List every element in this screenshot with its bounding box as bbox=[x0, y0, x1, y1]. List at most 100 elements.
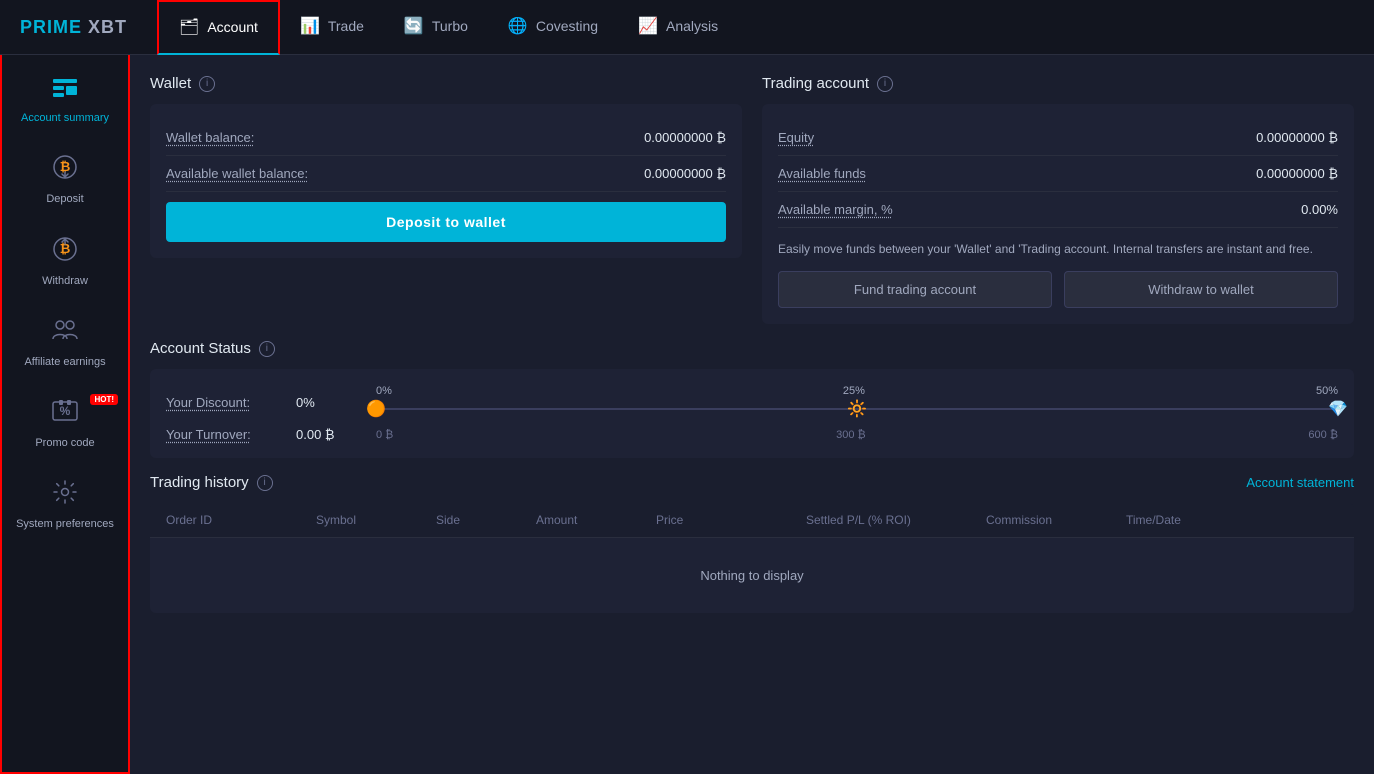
available-funds-row: Available funds 0.00000000 ₿ bbox=[778, 156, 1338, 192]
turnover-tiers: 0 ₿ 300 ₿ 600 ₿ bbox=[376, 429, 1338, 441]
hot-badge: HOT! bbox=[90, 394, 118, 405]
nav-analysis-label: Analysis bbox=[666, 18, 718, 34]
trading-account-title: Trading account i bbox=[762, 75, 1354, 92]
deposit-button[interactable]: Deposit to wallet bbox=[166, 202, 726, 242]
margin-value: 0.00% bbox=[1301, 202, 1338, 217]
nav-trade-label: Trade bbox=[328, 18, 364, 34]
account-summary-icon bbox=[51, 77, 79, 105]
wallet-balance-label[interactable]: Wallet balance: bbox=[166, 130, 254, 145]
equity-label[interactable]: Equity bbox=[778, 130, 814, 145]
nav-account[interactable]: 🗂 Account bbox=[157, 0, 280, 55]
tier-icon-2: 💎 bbox=[1328, 399, 1348, 419]
available-funds-label[interactable]: Available funds bbox=[778, 166, 866, 181]
turnover-row: Your Turnover: 0.00 ₿ 0 ₿ 300 ₿ 600 ₿ bbox=[166, 427, 1338, 442]
account-statement-link[interactable]: Account statement bbox=[1246, 475, 1354, 490]
col-commission: Commission bbox=[986, 513, 1126, 527]
table-empty-message: Nothing to display bbox=[150, 538, 1354, 613]
trading-history-title: Trading history i bbox=[150, 474, 273, 491]
main-layout: Account summary ₿ Deposit ₿ bbox=[0, 55, 1374, 774]
turnover-amounts: 0 ₿ 300 ₿ 600 ₿ bbox=[376, 429, 1338, 441]
discount-pcts: 0% 25% 50% bbox=[376, 385, 1338, 397]
nav-covesting-label: Covesting bbox=[536, 18, 598, 34]
wallet-available-label[interactable]: Available wallet balance: bbox=[166, 166, 308, 181]
account-status-section: Account Status i Your Discount: 0% 0% 25… bbox=[150, 340, 1354, 458]
col-amount: Amount bbox=[536, 513, 656, 527]
account-icon: 🗂 bbox=[179, 17, 199, 37]
account-status-title: Account Status i bbox=[150, 340, 1354, 357]
sidebar-account-summary-label: Account summary bbox=[21, 111, 109, 125]
discount-row: Your Discount: 0% 0% 25% 50% 🟠 bbox=[166, 385, 1338, 419]
sidebar-deposit-label: Deposit bbox=[46, 192, 83, 206]
col-pnl: Settled P/L (% ROI) bbox=[806, 513, 986, 527]
logo: PRIME XBT bbox=[20, 17, 127, 38]
nav-analysis[interactable]: 📈 Analysis bbox=[618, 0, 738, 55]
main-content: Wallet i Wallet balance: 0.00000000 ₿ Av… bbox=[130, 55, 1374, 774]
turbo-icon: 🔄 bbox=[404, 16, 424, 36]
wallet-card: Wallet balance: 0.00000000 ₿ Available w… bbox=[150, 104, 742, 258]
discount-value: 0% bbox=[296, 395, 376, 410]
trade-icon: 📊 bbox=[300, 16, 320, 36]
covesting-icon: 🌐 bbox=[508, 16, 528, 36]
sidebar-item-promo[interactable]: HOT! % Promo code bbox=[2, 386, 128, 462]
sidebar-preferences-label: System preferences bbox=[16, 517, 114, 531]
wallet-section: Wallet i Wallet balance: 0.00000000 ₿ Av… bbox=[150, 75, 742, 324]
trading-account-info-icon[interactable]: i bbox=[877, 76, 893, 92]
col-symbol: Symbol bbox=[316, 513, 436, 527]
sidebar-affiliate-label: Affiliate earnings bbox=[24, 355, 105, 369]
col-price: Price bbox=[656, 513, 806, 527]
trading-history-info-icon[interactable]: i bbox=[257, 475, 273, 491]
equity-row: Equity 0.00000000 ₿ bbox=[778, 120, 1338, 156]
trading-history-section: Trading history i Account statement Orde… bbox=[150, 474, 1354, 613]
trading-history-header: Trading history i Account statement bbox=[150, 474, 1354, 491]
trading-account-title-text: Trading account bbox=[762, 75, 869, 92]
trading-account-card: Equity 0.00000000 ₿ Available funds 0.00… bbox=[762, 104, 1354, 324]
wallet-balance-row: Wallet balance: 0.00000000 ₿ bbox=[166, 120, 726, 156]
logo-xbt: XBT bbox=[82, 17, 127, 37]
trading-history-title-text: Trading history bbox=[150, 474, 249, 491]
nav-turbo-label: Turbo bbox=[432, 18, 468, 34]
sidebar-promo-label: Promo code bbox=[35, 436, 94, 450]
logo-prime: PRIME bbox=[20, 17, 82, 37]
wallet-available-row: Available wallet balance: 0.00000000 ₿ bbox=[166, 156, 726, 192]
nav-turbo[interactable]: 🔄 Turbo bbox=[384, 0, 488, 55]
col-order-id: Order ID bbox=[166, 513, 316, 527]
fund-trading-button[interactable]: Fund trading account bbox=[778, 271, 1052, 308]
sidebar-item-withdraw[interactable]: ₿ Withdraw bbox=[2, 224, 128, 300]
preferences-icon bbox=[52, 479, 78, 511]
withdraw-icon: ₿ bbox=[52, 236, 78, 268]
withdraw-to-wallet-button[interactable]: Withdraw to wallet bbox=[1064, 271, 1338, 308]
wallet-title: Wallet i bbox=[150, 75, 742, 92]
wallet-balance-value: 0.00000000 ₿ bbox=[644, 130, 726, 145]
trading-info-text: Easily move funds between your 'Wallet' … bbox=[778, 240, 1338, 259]
nav-covesting[interactable]: 🌐 Covesting bbox=[488, 0, 618, 55]
trading-account-section: Trading account i Equity 0.00000000 ₿ Av… bbox=[762, 75, 1354, 324]
top-navigation: PRIME XBT 🗂 Account 📊 Trade 🔄 Turbo 🌐 Co… bbox=[0, 0, 1374, 55]
affiliate-icon bbox=[51, 317, 79, 349]
nav-trade[interactable]: 📊 Trade bbox=[280, 0, 384, 55]
deposit-icon: ₿ bbox=[52, 154, 78, 186]
turnover-value: 0.00 ₿ bbox=[296, 427, 376, 442]
available-funds-value: 0.00000000 ₿ bbox=[1256, 166, 1338, 181]
wallet-info-icon[interactable]: i bbox=[199, 76, 215, 92]
analysis-icon: 📈 bbox=[638, 16, 658, 36]
sidebar-item-account-summary[interactable]: Account summary bbox=[2, 65, 128, 137]
svg-text:%: % bbox=[60, 404, 71, 418]
tier-icon-0: 🟠 bbox=[366, 399, 386, 419]
account-status-card: Your Discount: 0% 0% 25% 50% 🟠 bbox=[150, 369, 1354, 458]
sidebar-item-deposit[interactable]: ₿ Deposit bbox=[2, 142, 128, 218]
sidebar: Account summary ₿ Deposit ₿ bbox=[0, 55, 130, 774]
margin-label[interactable]: Available margin, % bbox=[778, 202, 893, 217]
sidebar-item-affiliate[interactable]: Affiliate earnings bbox=[2, 305, 128, 381]
turnover-label[interactable]: Your Turnover: bbox=[166, 427, 296, 442]
nav-account-label: Account bbox=[207, 19, 258, 35]
table-header-row: Order ID Symbol Side Amount Price Settle… bbox=[150, 503, 1354, 538]
wallet-title-text: Wallet bbox=[150, 75, 191, 92]
account-status-info-icon[interactable]: i bbox=[259, 341, 275, 357]
top-row: Wallet i Wallet balance: 0.00000000 ₿ Av… bbox=[150, 75, 1354, 324]
account-status-title-text: Account Status bbox=[150, 340, 251, 357]
discount-label[interactable]: Your Discount: bbox=[166, 395, 296, 410]
tier-icon-1: 🔆 bbox=[847, 399, 867, 419]
col-side: Side bbox=[436, 513, 536, 527]
col-time: Time/Date bbox=[1126, 513, 1338, 527]
sidebar-item-preferences[interactable]: System preferences bbox=[2, 467, 128, 543]
